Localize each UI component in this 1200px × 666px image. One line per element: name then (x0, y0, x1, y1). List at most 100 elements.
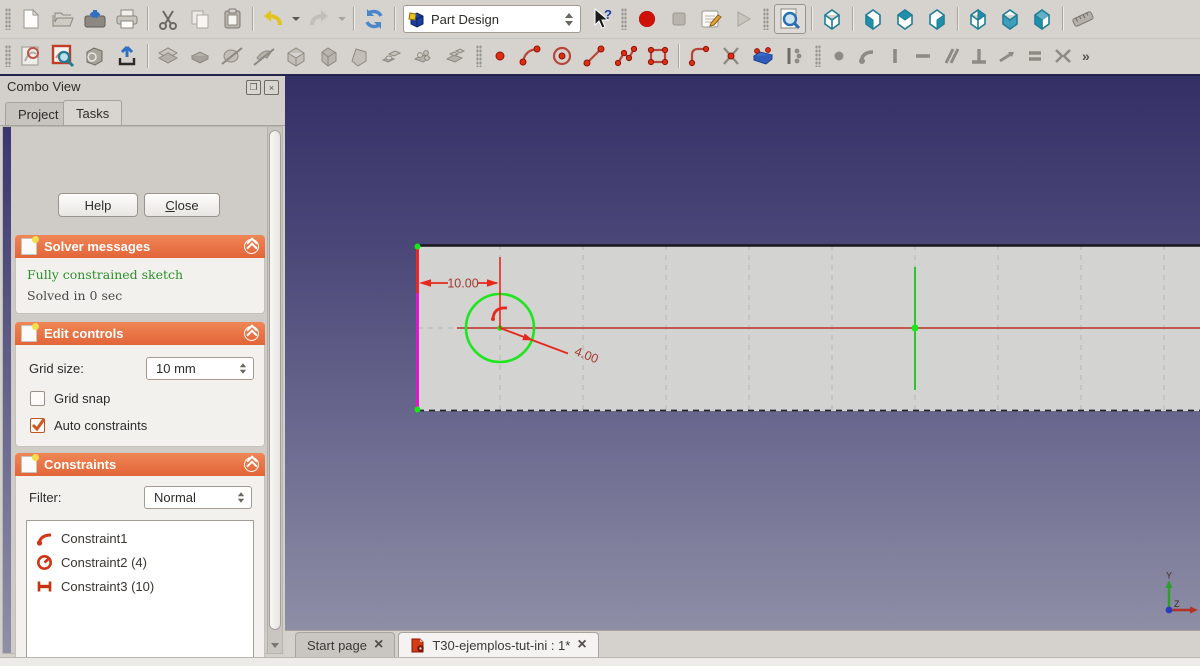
map-sketch-icon[interactable] (80, 42, 110, 70)
toolbar-drag-handle[interactable] (815, 45, 821, 67)
open-file-icon[interactable] (48, 5, 78, 33)
constrain-point-on-object-icon[interactable] (854, 42, 880, 70)
select-arrows[interactable] (235, 492, 246, 502)
constrain-symmetric-icon[interactable] (1050, 42, 1076, 70)
tab-tasks[interactable]: Tasks (63, 100, 122, 125)
pad-icon[interactable] (153, 42, 183, 70)
toolbar-drag-handle[interactable] (5, 8, 11, 30)
redo-dropdown[interactable] (336, 5, 348, 33)
redo-icon[interactable] (304, 5, 334, 33)
close-button[interactable]: Close (144, 193, 220, 217)
3d-viewport[interactable]: 10.00 4.00 Y X Z (285, 76, 1200, 630)
view-left-icon[interactable] (1027, 5, 1057, 33)
whats-this-icon[interactable]: ? (586, 5, 616, 33)
workbench-selector[interactable]: Part Design (403, 5, 581, 33)
scrollbar-down-icon[interactable] (269, 638, 281, 652)
grid-snap-checkbox[interactable] (30, 391, 45, 406)
macro-play-icon[interactable] (728, 5, 758, 33)
construction-mode-icon[interactable] (780, 42, 810, 70)
constraints-header[interactable]: Constraints (15, 453, 265, 476)
close-tab-icon[interactable]: × (374, 637, 383, 653)
leave-sketch-icon[interactable] (112, 42, 142, 70)
view-top-icon[interactable] (890, 5, 920, 33)
list-item[interactable]: Constraint2 (4) (27, 550, 253, 574)
point-icon[interactable] (487, 42, 513, 70)
toolbar-drag-handle[interactable] (621, 8, 627, 30)
constrain-perpendicular-icon[interactable] (966, 42, 992, 70)
mirrored-icon[interactable] (441, 42, 471, 70)
macro-stop-icon[interactable] (664, 5, 694, 33)
view-right-icon[interactable] (922, 5, 952, 33)
collapse-icon[interactable] (244, 457, 259, 472)
help-button[interactable]: Help (58, 193, 138, 217)
circle-icon[interactable] (547, 42, 577, 70)
view-axonometric-icon[interactable] (817, 5, 847, 33)
polyline-icon[interactable] (611, 42, 641, 70)
edit-controls-header[interactable]: Edit controls (15, 322, 265, 345)
new-file-icon[interactable] (16, 5, 46, 33)
constrain-vertical-icon[interactable] (882, 42, 908, 70)
external-geometry-icon[interactable] (748, 42, 778, 70)
panel-float-icon[interactable]: ❐ (246, 80, 261, 95)
pocket-icon[interactable] (185, 42, 215, 70)
view-fit-all-icon[interactable] (774, 4, 806, 34)
new-sketch-icon[interactable] (16, 42, 46, 70)
list-item[interactable]: Constraint3 (10) (27, 574, 253, 598)
constrain-coincident-icon[interactable] (826, 42, 852, 70)
list-item[interactable]: Constraint1 (27, 526, 253, 550)
view-front-icon[interactable] (858, 5, 888, 33)
constrain-parallel-icon[interactable] (938, 42, 964, 70)
grid-size-stepper[interactable]: 10 mm (146, 357, 254, 380)
view-rear-icon[interactable] (963, 5, 993, 33)
edge-endpoint[interactable] (415, 244, 421, 250)
stepper-arrows[interactable] (237, 363, 248, 373)
constrain-horizontal-icon[interactable] (910, 42, 936, 70)
arc-icon[interactable] (515, 42, 545, 70)
workbench-spin-arrows[interactable] (562, 13, 576, 26)
trim-icon[interactable] (716, 42, 746, 70)
undo-dropdown[interactable] (290, 5, 302, 33)
panel-close-icon[interactable]: × (264, 80, 279, 95)
refresh-icon[interactable] (359, 5, 389, 33)
groove-icon[interactable] (249, 42, 279, 70)
macro-edit-icon[interactable] (696, 5, 726, 33)
tab-project[interactable]: Project (5, 102, 71, 125)
tab-start-page[interactable]: Start page × (295, 632, 395, 657)
polar-pattern-icon[interactable] (409, 42, 439, 70)
copy-icon[interactable] (185, 5, 215, 33)
toolbar-drag-handle[interactable] (5, 45, 11, 67)
scrollbar-thumb[interactable] (269, 130, 281, 630)
fillet-icon[interactable] (281, 42, 311, 70)
toolbar-overflow-chevron[interactable]: » (1078, 48, 1094, 64)
edge-endpoint[interactable] (415, 407, 421, 413)
revolution-icon[interactable] (217, 42, 247, 70)
filter-select[interactable]: Normal (144, 486, 252, 509)
solver-messages-header[interactable]: Solver messages (15, 235, 265, 258)
panel-scrollbar[interactable] (267, 127, 282, 653)
origin-point[interactable] (912, 325, 919, 332)
print-icon[interactable] (112, 5, 142, 33)
toolbar-drag-handle[interactable] (476, 45, 482, 67)
rectangle-icon[interactable] (643, 42, 673, 70)
paste-icon[interactable] (217, 5, 247, 33)
line-icon[interactable] (579, 42, 609, 70)
constraints-list[interactable]: Constraint1 Constraint2 (4) Constraint3 … (26, 520, 254, 666)
save-icon[interactable] (80, 5, 110, 33)
undo-icon[interactable] (258, 5, 288, 33)
auto-constraints-checkbox[interactable] (30, 418, 45, 433)
collapse-icon[interactable] (244, 239, 259, 254)
macro-record-icon[interactable] (632, 5, 662, 33)
tab-document[interactable]: T30-ejemplos-tut-ini : 1* × (398, 632, 598, 657)
cut-icon[interactable] (153, 5, 183, 33)
sketch-fillet-icon[interactable] (684, 42, 714, 70)
view-bottom-icon[interactable] (995, 5, 1025, 33)
collapse-icon[interactable] (244, 326, 259, 341)
constrain-tangent-icon[interactable] (994, 42, 1020, 70)
chamfer-icon[interactable] (313, 42, 343, 70)
constrain-equal-icon[interactable] (1022, 42, 1048, 70)
edit-sketch-icon[interactable] (48, 42, 78, 70)
measure-distance-icon[interactable] (1068, 5, 1098, 33)
toolbar-drag-handle[interactable] (763, 8, 769, 30)
linear-pattern-icon[interactable] (377, 42, 407, 70)
draft-icon[interactable] (345, 42, 375, 70)
